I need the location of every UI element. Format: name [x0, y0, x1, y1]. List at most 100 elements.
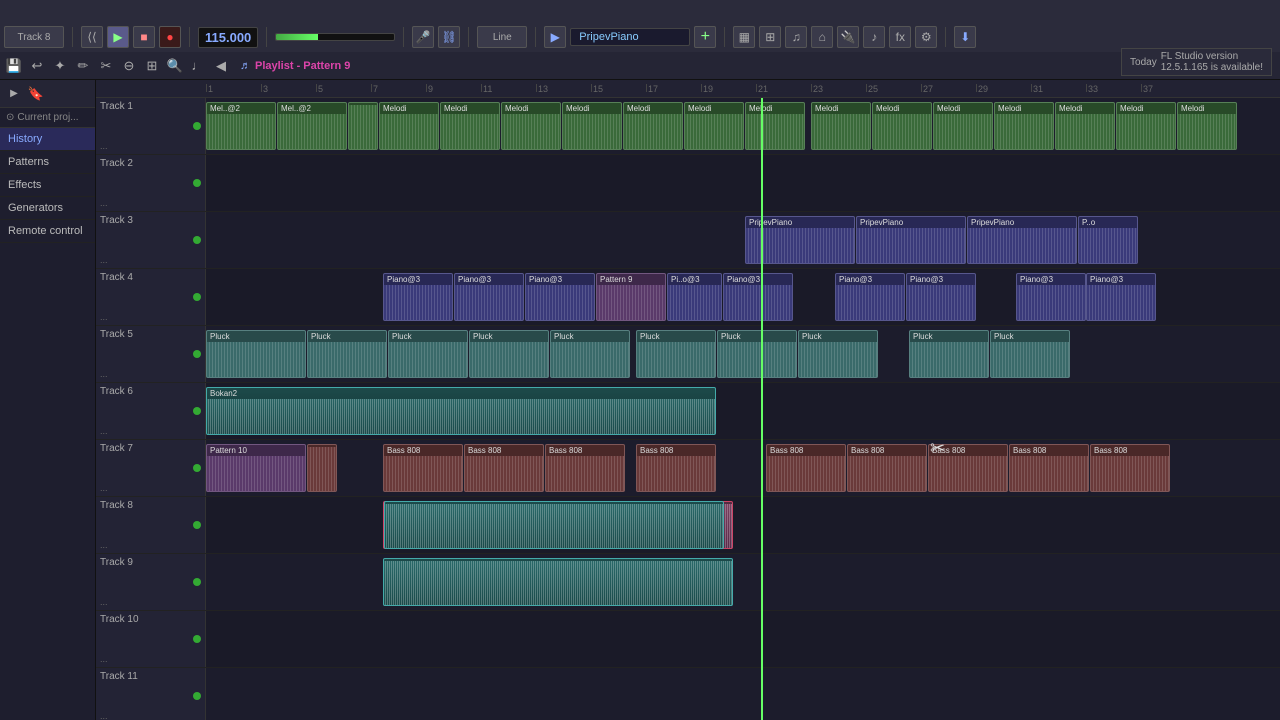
- clip[interactable]: Pluck: [990, 330, 1070, 378]
- clip[interactable]: Bass 808: [545, 444, 625, 492]
- current-project-item[interactable]: ⊙ Current proj...: [0, 108, 95, 128]
- clip[interactable]: Pluck: [636, 330, 716, 378]
- track-content-3[interactable]: PripevPianoPripevPianoPripevPianoP..o: [206, 212, 1280, 268]
- clip[interactable]: Mel..@2: [206, 102, 276, 150]
- track-header-1[interactable]: Track 1...: [96, 98, 206, 154]
- track-header-6[interactable]: Track 6...: [96, 383, 206, 439]
- undo-button[interactable]: ↩: [27, 56, 47, 76]
- clip[interactable]: Piano@3: [525, 273, 595, 321]
- clip[interactable]: Melodi: [872, 102, 932, 150]
- track-header-3[interactable]: Track 3...: [96, 212, 206, 268]
- clip[interactable]: Piano@3: [1016, 273, 1086, 321]
- track-selector[interactable]: Track 8: [4, 26, 64, 48]
- clip[interactable]: Melodi: [440, 102, 500, 150]
- clip[interactable]: Melodi: [1116, 102, 1176, 150]
- sidebar-item-remote-control[interactable]: Remote control: [0, 220, 95, 243]
- eraser-tool[interactable]: ✂: [96, 56, 116, 76]
- prev-button[interactable]: ◀: [211, 56, 231, 76]
- track-header-5[interactable]: Track 5...: [96, 326, 206, 382]
- clip[interactable]: Piano@3: [1086, 273, 1156, 321]
- sidebar-item-patterns[interactable]: Patterns: [0, 151, 95, 174]
- clip[interactable]: Pi..o@3: [667, 273, 722, 321]
- zoom-tool[interactable]: 🔍: [165, 56, 185, 76]
- sidebar-item-effects[interactable]: Effects: [0, 174, 95, 197]
- clip[interactable]: Pattern 10: [206, 444, 306, 492]
- clip[interactable]: Melodi: [379, 102, 439, 150]
- clip[interactable]: Pluck: [206, 330, 306, 378]
- mute-tool[interactable]: ♩: [188, 56, 208, 76]
- track-header-4[interactable]: Track 4...: [96, 269, 206, 325]
- channel-arrow[interactable]: ▶: [544, 26, 566, 48]
- clip[interactable]: Bass 808: [1009, 444, 1089, 492]
- sampler-button[interactable]: ♪: [863, 26, 885, 48]
- clip[interactable]: Piano@3: [723, 273, 793, 321]
- clip[interactable]: Bass 808: [766, 444, 846, 492]
- clip[interactable]: Bass 808: [847, 444, 927, 492]
- play-pause-button[interactable]: ▶: [107, 26, 129, 48]
- track-header-8[interactable]: Track 8...: [96, 497, 206, 553]
- sidebar-item-generators[interactable]: Generators: [0, 197, 95, 220]
- track-content-6[interactable]: Bokan2: [206, 383, 1280, 439]
- piano-roll-button[interactable]: ♫: [785, 26, 807, 48]
- clip[interactable]: Bass 808: [464, 444, 544, 492]
- clip[interactable]: Melodi: [933, 102, 993, 150]
- clip[interactable]: PripevPiano: [856, 216, 966, 264]
- clip[interactable]: Melodi: [745, 102, 805, 150]
- save-button[interactable]: 💾: [4, 56, 24, 76]
- rewind-button[interactable]: ⟨⟨: [81, 26, 103, 48]
- track-header-11[interactable]: Track 11...: [96, 668, 206, 720]
- track-content-10[interactable]: [206, 611, 1280, 667]
- clip[interactable]: Pluck: [550, 330, 630, 378]
- clip[interactable]: Melodi: [994, 102, 1054, 150]
- clip[interactable]: Pattern 9: [596, 273, 666, 321]
- track-content-11[interactable]: [206, 668, 1280, 720]
- clip[interactable]: Pluck: [469, 330, 549, 378]
- bpm-display[interactable]: 115.000: [198, 27, 258, 48]
- select-tool[interactable]: ⊞: [142, 56, 162, 76]
- clip[interactable]: Melodi: [1055, 102, 1115, 150]
- clip[interactable]: Piano@3: [454, 273, 524, 321]
- clip[interactable]: [307, 444, 337, 492]
- mixer-button[interactable]: ▦: [733, 26, 755, 48]
- clip[interactable]: PripevPiano: [967, 216, 1077, 264]
- track-header-9[interactable]: Track 9...: [96, 554, 206, 610]
- stop-button[interactable]: ■: [133, 26, 155, 48]
- track-header-7[interactable]: Track 7...: [96, 440, 206, 496]
- fx-button[interactable]: fx: [889, 26, 911, 48]
- clip[interactable]: Pluck: [307, 330, 387, 378]
- lp-bookmark[interactable]: 🔖: [26, 84, 46, 104]
- track-content-1[interactable]: Mel..@2Mel..@2MelodiMelodiMelodiMelodiMe…: [206, 98, 1280, 154]
- clip[interactable]: [384, 501, 724, 549]
- track-content-2[interactable]: [206, 155, 1280, 211]
- mic-button[interactable]: 🎤: [412, 26, 434, 48]
- clip[interactable]: Pluck: [388, 330, 468, 378]
- clip[interactable]: Melodi: [1177, 102, 1237, 150]
- track-header-2[interactable]: Track 2...: [96, 155, 206, 211]
- channel-rack-button[interactable]: ⊞: [759, 26, 781, 48]
- clip[interactable]: [348, 102, 378, 150]
- lp-arrow[interactable]: ▶: [4, 84, 24, 104]
- clip[interactable]: Piano@3: [835, 273, 905, 321]
- clip[interactable]: Melodi: [811, 102, 871, 150]
- record-button[interactable]: ●: [159, 26, 181, 48]
- track-content-7[interactable]: Pattern 10Bass 808Bass 808Bass 808Bass 8…: [206, 440, 1280, 496]
- sidebar-item-history[interactable]: History: [0, 128, 95, 151]
- track-content-9[interactable]: [206, 554, 1280, 610]
- clip[interactable]: Melodi: [623, 102, 683, 150]
- plugin-picker-button[interactable]: 🔌: [837, 26, 859, 48]
- link-button[interactable]: ⛓: [438, 26, 460, 48]
- clip[interactable]: Melodi: [562, 102, 622, 150]
- pencil-tool[interactable]: ✏: [73, 56, 93, 76]
- track-content-8[interactable]: [206, 497, 1280, 553]
- clip[interactable]: Mel..@2: [277, 102, 347, 150]
- clip[interactable]: Pluck: [717, 330, 797, 378]
- track-content-5[interactable]: PluckPluckPluckPluckPluckPluckPluckPluck…: [206, 326, 1280, 382]
- channel-name[interactable]: PripevPiano: [570, 28, 690, 46]
- track-content-4[interactable]: Piano@3Piano@3Piano@3Pattern 9Pi..o@3Pia…: [206, 269, 1280, 325]
- clip[interactable]: Bokan2: [206, 387, 716, 435]
- add-channel-button[interactable]: +: [694, 26, 716, 48]
- clip[interactable]: Piano@3: [383, 273, 453, 321]
- cursor-tool[interactable]: ✦: [50, 56, 70, 76]
- clip[interactable]: Bass 808: [928, 444, 1008, 492]
- clip[interactable]: Pluck: [798, 330, 878, 378]
